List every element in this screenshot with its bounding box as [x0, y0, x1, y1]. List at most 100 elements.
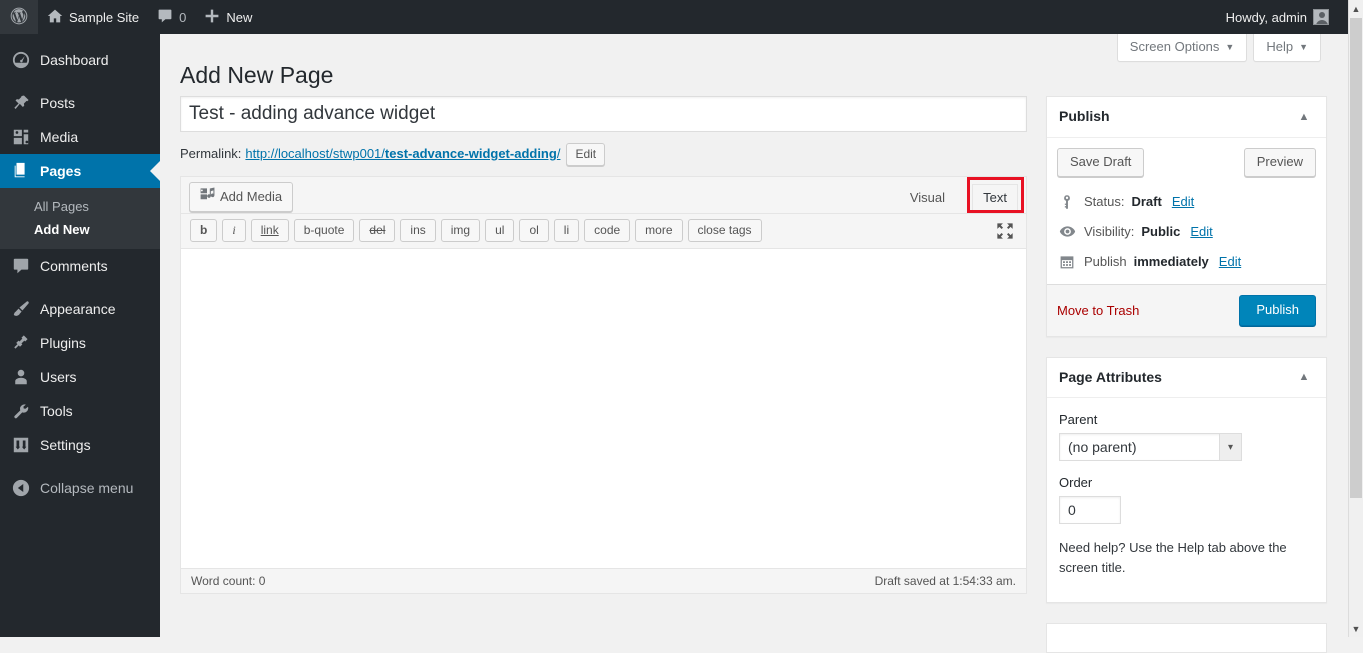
sidebar-item-tools[interactable]: Tools — [0, 394, 160, 428]
quicktag-i[interactable]: i — [222, 219, 246, 242]
sidebar-item-settings[interactable]: Settings — [0, 428, 160, 462]
edit-status-link[interactable]: Edit — [1172, 191, 1194, 213]
sidebar-item-label: Media — [40, 129, 79, 145]
page-attributes-help-text: Need help? Use the Help tab above the sc… — [1059, 540, 1287, 575]
quicktag-code[interactable]: code — [584, 219, 631, 242]
move-to-trash-link[interactable]: Move to Trash — [1057, 303, 1139, 318]
admin-sidebar-menu: Dashboard Posts Media Pages All Pages Ad… — [0, 34, 160, 637]
scrollbar-thumb[interactable] — [1350, 18, 1362, 498]
menu-spacer-3 — [0, 462, 160, 471]
visibility-label: Visibility: — [1084, 223, 1135, 239]
chevron-down-icon: ▼ — [1299, 42, 1308, 52]
quicktag-del[interactable]: del — [359, 219, 396, 242]
quicktags-toolbar: b i link b-quote del ins img ul ol li co… — [181, 214, 1026, 249]
quicktag-close-tags[interactable]: close tags — [687, 219, 762, 242]
quicktag-ol[interactable]: ol — [519, 219, 549, 242]
parent-select-value: (no parent) — [1068, 439, 1137, 456]
brush-icon — [11, 299, 31, 319]
quicktag-ins[interactable]: ins — [400, 219, 436, 242]
wp-logo-menu[interactable] — [0, 0, 38, 34]
fullscreen-expand-icon[interactable] — [994, 220, 1016, 242]
edit-permalink-button[interactable]: Edit — [566, 142, 606, 166]
chevron-up-icon[interactable]: ▲ — [1294, 371, 1314, 383]
sidebar-item-posts[interactable]: Posts — [0, 86, 160, 120]
sidebar-item-plugins[interactable]: Plugins — [0, 326, 160, 360]
add-media-button[interactable]: Add Media — [189, 182, 294, 212]
sidebar-item-label: Appearance — [40, 301, 116, 317]
save-draft-button[interactable]: Save Draft — [1057, 147, 1145, 177]
permalink-base: http://localhost/stwp001/ — [245, 146, 385, 161]
quicktag-li[interactable]: li — [553, 219, 580, 242]
quicktag-b[interactable]: b — [190, 219, 218, 242]
menu-spacer-1 — [0, 77, 160, 86]
status-label: Status: — [1084, 193, 1125, 209]
chevron-down-icon[interactable]: ▼ — [1349, 620, 1363, 637]
wordpress-logo-icon — [9, 6, 29, 29]
my-account-menu[interactable]: Howdy, admin — [1217, 0, 1363, 34]
screen-options-label: Screen Options — [1129, 39, 1220, 54]
permalink-link[interactable]: http://localhost/stwp001/test-advance-wi… — [245, 142, 560, 166]
publish-button[interactable]: Publish — [1239, 294, 1316, 326]
screen-options-button[interactable]: Screen Options ▼ — [1116, 34, 1248, 63]
quicktag-more[interactable]: more — [635, 219, 683, 242]
sidebar-subitem-all-pages[interactable]: All Pages — [0, 195, 160, 218]
chevron-down-icon: ▼ — [1225, 42, 1235, 52]
help-button[interactable]: Help ▼ — [1253, 34, 1321, 63]
sidebar-item-users[interactable]: Users — [0, 360, 160, 394]
quicktag-ul[interactable]: ul — [485, 219, 515, 242]
comments-menu[interactable]: 0 — [148, 0, 195, 34]
order-input[interactable] — [1059, 496, 1121, 525]
sidebar-item-media[interactable]: Media — [0, 120, 160, 154]
sidebar-subitem-add-new[interactable]: Add New — [0, 218, 160, 241]
collapse-arrow-icon — [11, 478, 31, 498]
preview-button[interactable]: Preview — [1243, 147, 1316, 177]
sidebar-item-label: Posts — [40, 95, 76, 111]
admin-bar: Sample Site 0 New Howdy, admin — [0, 0, 1363, 34]
editor-status-bar: Word count: 0 Draft saved at 1:54:33 am. — [181, 568, 1026, 593]
schedule-value: immediately — [1133, 253, 1209, 269]
edit-visibility-link[interactable]: Edit — [1190, 221, 1212, 243]
editor-container: Add Media Visual Text b i link b-quote d… — [180, 176, 1027, 594]
site-name-label: Sample Site — [69, 9, 140, 25]
parent-select[interactable]: (no parent) ▾ — [1059, 433, 1242, 462]
page-attributes-body: Parent (no parent) ▾ Order Need help? Us… — [1047, 398, 1326, 602]
permalink-slug: test-advance-widget-adding — [384, 146, 557, 161]
post-title-input[interactable] — [180, 96, 1027, 132]
publish-metabox-header[interactable]: Publish ▲ — [1047, 97, 1326, 138]
additional-metabox — [1046, 623, 1327, 653]
calendar-icon — [1057, 252, 1077, 272]
quicktag-b-quote[interactable]: b-quote — [293, 219, 355, 242]
new-content-menu[interactable]: New — [195, 0, 261, 34]
quicktag-link[interactable]: link — [250, 219, 289, 242]
editor-tab-visual[interactable]: Visual — [899, 184, 956, 213]
sidebar-item-comments[interactable]: Comments — [0, 249, 160, 283]
menu-spacer-2 — [0, 283, 160, 292]
permalink-label: Permalink: — [180, 146, 242, 161]
sidebar-item-dashboard[interactable]: Dashboard — [0, 43, 160, 77]
comments-count: 0 — [179, 9, 187, 25]
post-status-row: Status: Draft Edit — [1047, 187, 1326, 217]
page-scrollbar[interactable]: ▲ ▼ — [1348, 0, 1363, 637]
site-name-menu[interactable]: Sample Site — [38, 0, 148, 34]
user-icon — [11, 367, 31, 387]
chevron-up-icon[interactable]: ▲ — [1294, 111, 1314, 123]
content-textarea[interactable] — [181, 249, 1026, 568]
sidebar-subitem-label: Add New — [34, 222, 90, 237]
comment-icon — [11, 256, 31, 276]
collapse-menu-button[interactable]: Collapse menu — [0, 471, 160, 505]
permalink-trailing: / — [556, 146, 561, 161]
eye-icon — [1057, 222, 1077, 242]
quicktag-img[interactable]: img — [440, 219, 481, 242]
editor-tab-text[interactable]: Text — [972, 184, 1018, 213]
add-media-icon — [199, 186, 215, 207]
edit-schedule-link[interactable]: Edit — [1219, 251, 1241, 273]
page-title: Add New Page — [180, 62, 334, 88]
sidebar-item-label: Settings — [40, 437, 91, 453]
chevron-up-icon[interactable]: ▲ — [1349, 0, 1363, 17]
visibility-value: Public — [1141, 223, 1181, 239]
dashboard-icon — [11, 50, 31, 70]
sidebar-item-appearance[interactable]: Appearance — [0, 292, 160, 326]
help-label: Help — [1266, 39, 1294, 54]
page-attributes-header[interactable]: Page Attributes ▲ — [1047, 358, 1326, 399]
sidebar-item-pages[interactable]: Pages — [0, 154, 160, 188]
